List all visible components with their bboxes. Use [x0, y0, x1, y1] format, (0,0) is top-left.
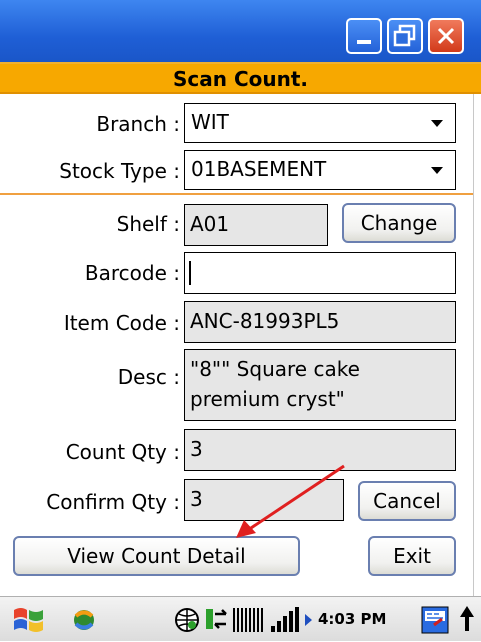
globe-icon[interactable]	[174, 607, 200, 633]
speaker-icon[interactable]	[270, 606, 300, 634]
annotation-arrow-icon	[236, 464, 345, 538]
scroll-edge	[473, 94, 481, 596]
keyboard-icon[interactable]	[420, 605, 450, 635]
taskbar: 4:03 PM	[0, 596, 481, 641]
signal-bars-icon[interactable]	[232, 606, 266, 634]
windows-start-icon[interactable]	[12, 605, 46, 635]
up-arrow-icon[interactable]	[458, 605, 476, 635]
clock-time[interactable]: 4:03 PM	[318, 597, 414, 642]
play-arrow-icon	[305, 614, 312, 626]
sync-icon[interactable]	[70, 607, 98, 633]
connection-icon[interactable]	[204, 606, 230, 634]
